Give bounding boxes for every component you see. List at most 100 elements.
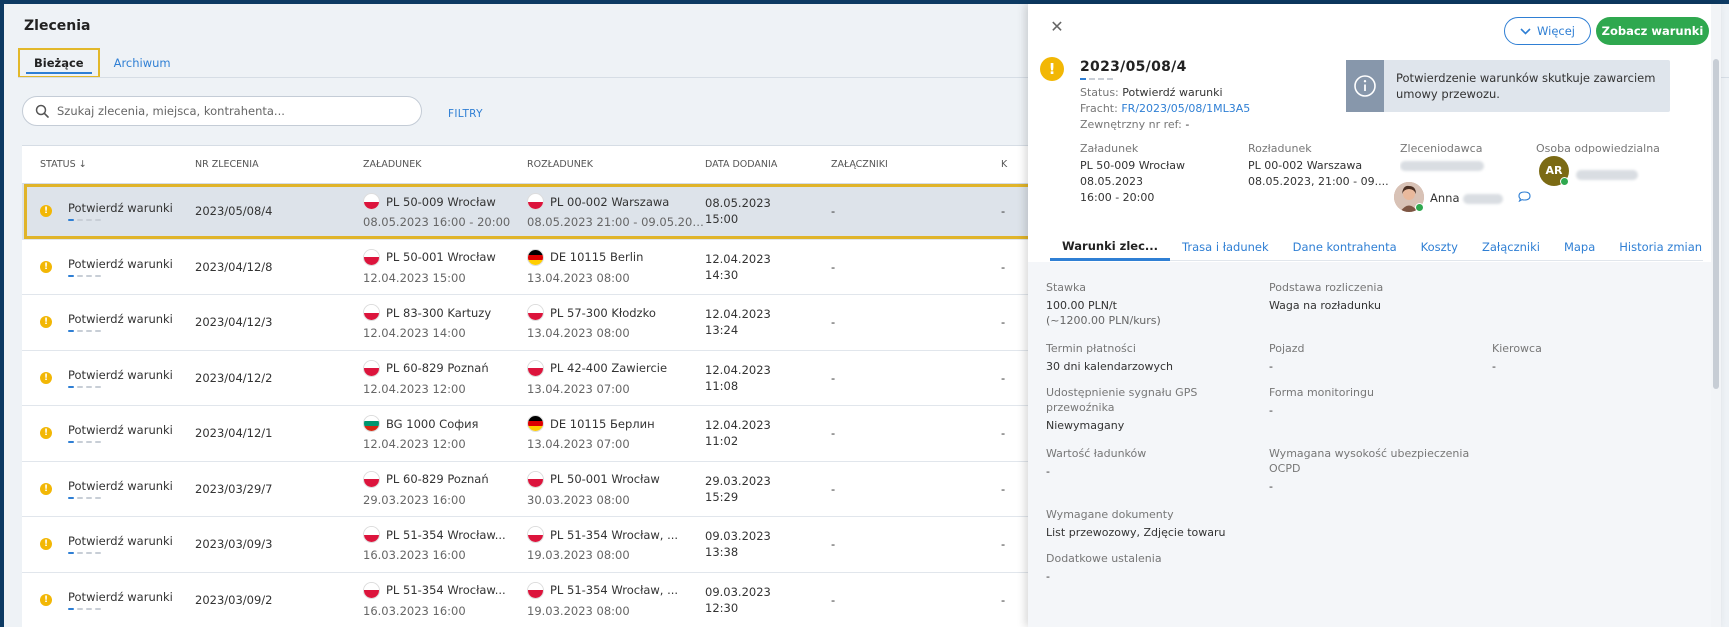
- warning-icon: !: [40, 371, 52, 384]
- unload-place: PL 50-001 Wrocław: [550, 472, 660, 487]
- table-row[interactable]: ! Potwierdź warunki 2023/03/29/7 PL 60-829 …: [22, 461, 1062, 517]
- date-added: 12.04.2023 13:24: [705, 307, 771, 338]
- unload-cell: PL 50-001 Wrocław 30.03.2023 08:00: [527, 470, 705, 507]
- tab-attachments[interactable]: Załączniki: [1470, 233, 1552, 261]
- attachments: -: [831, 204, 836, 219]
- unload-cell: PL 42-400 Zawiercie 13.04.2023 07:00: [527, 359, 705, 396]
- table-row[interactable]: ! Potwierdź warunki 2023/04/12/1 BG 1000 Со…: [22, 406, 1062, 462]
- table-row[interactable]: ! Potwierdź warunki 2023/04/12/8 PL 50-001 …: [22, 239, 1062, 295]
- status-label: Potwierdź warunki: [68, 478, 173, 493]
- tab-current[interactable]: Bieżące: [18, 48, 100, 78]
- header-date[interactable]: DATA DODANIA: [705, 159, 831, 170]
- load-cell: PL 50-009 Wrocław 08.05.2023 16:00 - 20:0…: [363, 193, 527, 229]
- order-number: 2023/05/08/4: [195, 204, 273, 219]
- flag-de-icon: [527, 248, 544, 266]
- order-number: 2023/03/09/3: [195, 537, 273, 552]
- table-row[interactable]: ! Potwierdź warunki 2023/03/09/2 PL 51-354 …: [22, 572, 1062, 627]
- unload-time: 08.05.2023 21:00 - 09.05.2023: [527, 215, 705, 230]
- header-nr[interactable]: NR ZLECENIA: [193, 159, 363, 170]
- detail-load: Załadunek PL 50-009 Wrocław 08.05.2023 1…: [1080, 142, 1186, 204]
- owner-online-indicator: [1560, 177, 1569, 186]
- table-row[interactable]: ! Potwierdź warunki 2023/03/09/3 PL 51-354 …: [22, 517, 1062, 573]
- status-progress: [68, 274, 173, 277]
- detail-unload: Rozładunek PL 00-002 Warszawa 08.05.2023…: [1248, 142, 1389, 188]
- flag-pl-icon: [527, 526, 544, 544]
- more-button[interactable]: Więcej: [1504, 17, 1591, 45]
- arrow-down-icon: ↓: [78, 159, 87, 170]
- unload-time: 19.03.2023 08:00: [527, 548, 630, 563]
- tab-history[interactable]: Historia zmian: [1607, 233, 1714, 261]
- scrollbar[interactable]: [1711, 4, 1721, 627]
- unload-time: 13.04.2023 07:00: [527, 381, 630, 396]
- load-place: PL 51-354 Wrocław...: [386, 583, 506, 598]
- more-label: Więcej: [1537, 24, 1575, 38]
- field-cargo-value: Wartość ładunków -: [1046, 447, 1147, 478]
- flag-pl-icon: [527, 193, 544, 211]
- fracht-link[interactable]: FR/2023/05/08/1ML3A5: [1121, 102, 1250, 115]
- orders-table: STATUS ↓ NR ZLECENIA ZAŁADUNEK ROZŁADUNE…: [22, 145, 1062, 627]
- field-extra: Dodatkowe ustalenia -: [1046, 552, 1162, 583]
- status-label: Potwierdź warunki: [68, 367, 173, 382]
- unload-time: 19.03.2023 08:00: [527, 603, 630, 618]
- header-attachments[interactable]: ZAŁĄCZNIKI: [831, 159, 1001, 170]
- order-number: 2023/04/12/2: [195, 370, 273, 385]
- tab-route-cargo[interactable]: Trasa i ładunek: [1170, 233, 1281, 261]
- search-icon: [35, 104, 49, 118]
- unload-cell: PL 51-354 Wrocław, ... 19.03.2023 08:00: [527, 526, 705, 562]
- field-payment: Termin płatności 30 dni kalendarzowych: [1046, 342, 1173, 373]
- online-indicator: [1415, 203, 1424, 212]
- warning-icon: !: [40, 482, 52, 495]
- order-progress: [1080, 78, 1113, 80]
- table-row[interactable]: ! Potwierdź warunki 2023/04/12/3 PL 83-300 …: [22, 295, 1062, 351]
- order-number: 2023/03/29/7: [195, 481, 273, 496]
- load-time: 12.04.2023 12:00: [363, 437, 466, 452]
- header-unload[interactable]: ROZŁADUNEK: [527, 159, 705, 170]
- search-input[interactable]: [57, 104, 397, 118]
- header-load[interactable]: ZAŁADUNEK: [363, 159, 527, 170]
- warning-icon: !: [40, 427, 52, 440]
- date-added: 09.03.2023 13:38: [705, 529, 771, 560]
- tab-order-terms[interactable]: Warunki zlec...: [1050, 233, 1171, 261]
- unload-cell: PL 57-300 Kłodzko 13.04.2023 08:00: [527, 304, 705, 340]
- load-cell: PL 60-829 Poznań 12.04.2023 12:00: [363, 359, 527, 396]
- header-status[interactable]: STATUS ↓: [22, 159, 193, 170]
- table-body: ! Potwierdź warunki 2023/05/08/4 PL 50-009 …: [22, 184, 1062, 627]
- warning-icon: !: [40, 205, 52, 218]
- field-documents: Wymagane dokumenty List przewozowy, Zdję…: [1046, 508, 1226, 539]
- attachments: -: [831, 481, 836, 496]
- load-place: PL 60-829 Poznań: [386, 472, 489, 487]
- filters-button[interactable]: FILTRY: [448, 108, 483, 120]
- status-progress: [68, 385, 173, 388]
- unload-cell: PL 51-354 Wrocław, ... 19.03.2023 08:00: [527, 581, 705, 618]
- close-icon[interactable]: ✕: [1048, 18, 1066, 36]
- load-place: PL 50-001 Wrocław: [386, 250, 496, 265]
- table-row[interactable]: ! Potwierdź warunki 2023/04/12/2 PL 60-829 …: [22, 350, 1062, 406]
- field-gps: Udostępnienie sygnału GPS przewoźnika Ni…: [1046, 386, 1198, 432]
- warning-icon: !: [40, 538, 52, 551]
- search-box[interactable]: [22, 96, 422, 126]
- view-terms-button[interactable]: Zobacz warunki: [1596, 17, 1709, 45]
- load-time: 16.03.2023 16:00: [363, 603, 466, 618]
- flag-pl-icon: [527, 304, 544, 322]
- scrollbar-thumb[interactable]: [1713, 59, 1719, 389]
- flag-pl-icon: [363, 581, 380, 599]
- table-row[interactable]: ! Potwierdź warunki 2023/05/08/4 PL 50-009 …: [22, 184, 1062, 240]
- unload-time: 13.04.2023 08:00: [527, 326, 630, 341]
- tab-costs[interactable]: Koszty: [1409, 233, 1470, 261]
- load-cell: PL 51-354 Wrocław... 16.03.2023 16:00: [363, 526, 527, 562]
- tab-contractor-data[interactable]: Dane kontrahenta: [1281, 233, 1409, 261]
- orders-tabs: Bieżące Archiwum: [18, 48, 185, 78]
- load-time: 12.04.2023 14:00: [363, 326, 466, 341]
- date-added: 08.05.2023 15:00: [705, 196, 771, 227]
- load-place: PL 50-009 Wrocław: [386, 194, 496, 209]
- load-place: PL 83-300 Kartuzy: [386, 305, 492, 320]
- field-insurance: Wymagana wysokość ubezpieczenia OCPD -: [1269, 447, 1470, 493]
- attachments: -: [831, 315, 836, 330]
- tab-archive[interactable]: Archiwum: [100, 48, 185, 78]
- chat-icon[interactable]: [1518, 191, 1531, 202]
- load-time: 29.03.2023 16:00: [363, 492, 466, 507]
- status-label: Potwierdź warunki: [68, 534, 173, 549]
- date-added: 29.03.2023 15:29: [705, 473, 771, 504]
- tab-map[interactable]: Mapa: [1552, 233, 1607, 261]
- flag-pl-icon: [363, 470, 380, 488]
